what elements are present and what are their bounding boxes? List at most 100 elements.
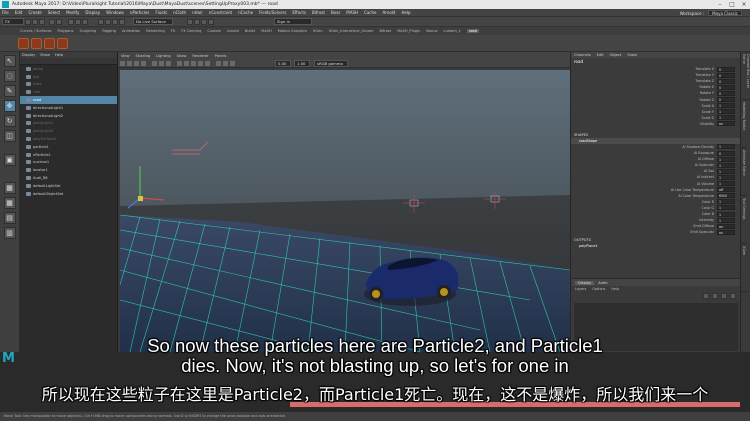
channel-value-field[interactable]: 1 bbox=[717, 103, 735, 109]
outliner-menu-show[interactable]: Show bbox=[40, 53, 50, 57]
layer-help-menu[interactable]: Help bbox=[611, 287, 619, 291]
shelf-tab-mash[interactable]: MASH bbox=[261, 29, 272, 33]
outliner-item[interactable]: defaultObjectSet bbox=[20, 190, 117, 198]
menu-file[interactable]: File bbox=[2, 10, 9, 15]
outliner-item[interactable]: directionalLight2 bbox=[20, 112, 117, 120]
menu-create[interactable]: Create bbox=[28, 10, 41, 15]
channel-value-field[interactable]: 1 bbox=[717, 199, 735, 205]
side-tab-xgen[interactable]: XGen bbox=[741, 244, 747, 292]
camera-attributes-icon[interactable] bbox=[127, 60, 132, 66]
outliner-item[interactable]: pointLight1 bbox=[20, 120, 117, 128]
film-gate-icon[interactable] bbox=[159, 60, 164, 66]
image-plane-icon[interactable] bbox=[141, 60, 146, 66]
channels-menu[interactable]: Channels bbox=[574, 53, 591, 57]
grid-toggle-icon[interactable] bbox=[152, 60, 157, 66]
color-space-dropdown[interactable]: sRGB gamma bbox=[314, 59, 348, 67]
shelf-tool-icon-1[interactable] bbox=[18, 37, 29, 49]
selected-object-name[interactable]: road bbox=[571, 58, 740, 66]
snap-surface-icon[interactable] bbox=[119, 18, 125, 25]
side-tab-tool-settings[interactable]: Tool Settings bbox=[741, 196, 747, 244]
new-layer-selected-icon[interactable] bbox=[730, 293, 736, 299]
open-scene-icon[interactable] bbox=[32, 18, 38, 25]
minimize-icon[interactable]: – bbox=[714, 0, 726, 9]
snap-grid-icon[interactable] bbox=[98, 18, 104, 25]
channel-value-field[interactable]: 0 bbox=[717, 78, 735, 84]
layer-down-icon[interactable] bbox=[712, 293, 718, 299]
shelf-tab-mash-plugin[interactable]: MASH_Plugin bbox=[397, 29, 420, 33]
shelf-tab-custom[interactable]: Custom bbox=[207, 29, 221, 33]
textured-icon[interactable] bbox=[191, 60, 196, 66]
snap-point-icon[interactable] bbox=[112, 18, 118, 25]
shelf-tab-polygons[interactable]: Polygons bbox=[58, 29, 74, 33]
viewport-menu-lighting[interactable]: Lighting bbox=[156, 54, 171, 58]
shelf-tab-custom-1[interactable]: custom_1 bbox=[444, 29, 461, 33]
outliner-layout-icon[interactable]: ▤ bbox=[3, 212, 16, 224]
last-tool-icon[interactable]: ▣ bbox=[3, 154, 16, 166]
channel-value-field[interactable]: 1 bbox=[717, 168, 735, 174]
outliner-item[interactable]: pointLight2 bbox=[20, 127, 117, 135]
shelf-tab-rigging[interactable]: Rigging bbox=[102, 29, 116, 33]
side-tab-modelling-toolkit[interactable]: Modelling Toolkit bbox=[741, 100, 747, 148]
viewport-menu-shading[interactable]: Shading bbox=[136, 54, 151, 58]
channel-value-field[interactable]: on bbox=[717, 223, 735, 229]
channel-value-field[interactable]: 0 bbox=[717, 97, 735, 103]
viewport-menu-panels[interactable]: Panels bbox=[215, 54, 227, 58]
outliner-item[interactable]: side bbox=[20, 88, 117, 96]
shelf-tool-icon-3[interactable] bbox=[44, 37, 55, 49]
shelf-tab-road[interactable]: road bbox=[466, 29, 479, 33]
channel-value-field[interactable]: on bbox=[717, 121, 735, 127]
wireframe-icon[interactable] bbox=[177, 60, 182, 66]
outliner-item[interactable]: particle1 bbox=[20, 143, 117, 151]
viewport-menu-renderer[interactable]: Renderer bbox=[192, 54, 208, 58]
save-scene-icon[interactable] bbox=[39, 18, 45, 25]
near-clip-field[interactable]: 0.00 bbox=[275, 59, 291, 67]
outliner-item[interactable]: polySurface1 bbox=[20, 135, 117, 143]
four-pane-layout-icon[interactable]: ▦ bbox=[3, 197, 16, 209]
ipr-render-icon[interactable] bbox=[194, 18, 200, 25]
shelf-tool-icon-4[interactable] bbox=[57, 37, 68, 49]
outliner-menu-help[interactable]: Help bbox=[55, 53, 63, 57]
channel-value-field[interactable]: 1 bbox=[717, 217, 735, 223]
menu-fluids[interactable]: Fluids bbox=[155, 10, 167, 15]
output-node-name[interactable]: polyPlane1 bbox=[571, 243, 740, 249]
paint-select-icon[interactable]: ✎ bbox=[3, 85, 16, 97]
layer-up-icon[interactable] bbox=[703, 293, 709, 299]
outliner-item[interactable]: nParticle1 bbox=[20, 151, 117, 159]
shelf-tab-bifrost[interactable]: Bifrost bbox=[379, 29, 391, 33]
select-component-icon[interactable] bbox=[82, 18, 88, 25]
outliner-search-field[interactable] bbox=[20, 58, 117, 65]
outliner-item[interactable]: locator1 bbox=[20, 166, 117, 174]
resolution-gate-icon[interactable] bbox=[166, 60, 171, 66]
lasso-tool-icon[interactable]: ◌ bbox=[3, 70, 16, 82]
display-layers-tab[interactable]: Display bbox=[575, 280, 595, 285]
channel-value-field[interactable]: 6500 bbox=[717, 193, 735, 199]
options-menu[interactable]: Options bbox=[592, 287, 605, 291]
channel-value-field[interactable]: 0 bbox=[717, 84, 735, 90]
shelf-tab-animation[interactable]: Animation bbox=[122, 29, 140, 33]
menu-arnold[interactable]: Arnold bbox=[382, 10, 395, 15]
shadows-icon[interactable] bbox=[205, 60, 210, 66]
snap-curve-icon[interactable] bbox=[105, 18, 111, 25]
channel-row[interactable]: Emit Specular on bbox=[571, 229, 740, 235]
far-clip-field[interactable]: 1.00 bbox=[294, 59, 310, 67]
render-settings-icon[interactable] bbox=[201, 18, 207, 25]
bookmark-icon[interactable] bbox=[134, 60, 139, 66]
menu-effects[interactable]: Effects bbox=[292, 10, 306, 15]
side-tab-attribute-editor[interactable]: Attribute Editor bbox=[741, 148, 747, 196]
shelf-tool-icon-2[interactable] bbox=[31, 37, 42, 49]
sign-in-button[interactable]: Sign In bbox=[274, 18, 312, 25]
menu-bifrost[interactable]: Bifrost bbox=[312, 10, 325, 15]
smooth-shade-icon[interactable] bbox=[184, 60, 189, 66]
side-tab-channel-box-layer-editor[interactable]: Channel Box / Layer Editor bbox=[741, 52, 750, 100]
close-icon[interactable]: × bbox=[738, 0, 750, 9]
outliner-item[interactable]: road bbox=[20, 96, 117, 104]
outliner-menu-display[interactable]: Display bbox=[22, 53, 35, 57]
menu-boss[interactable]: Boss bbox=[331, 10, 340, 15]
lighting-icon[interactable] bbox=[198, 60, 203, 66]
shelf-tab-fx[interactable]: FX bbox=[171, 29, 176, 33]
live-surface-field[interactable]: No Live Surface bbox=[133, 18, 173, 25]
channel-value-field[interactable]: 1 bbox=[717, 115, 735, 121]
shelf-tab-arnold[interactable]: Arnold bbox=[227, 29, 239, 33]
isolate-icon[interactable] bbox=[223, 60, 228, 66]
maximize-icon[interactable]: □ bbox=[726, 0, 738, 9]
